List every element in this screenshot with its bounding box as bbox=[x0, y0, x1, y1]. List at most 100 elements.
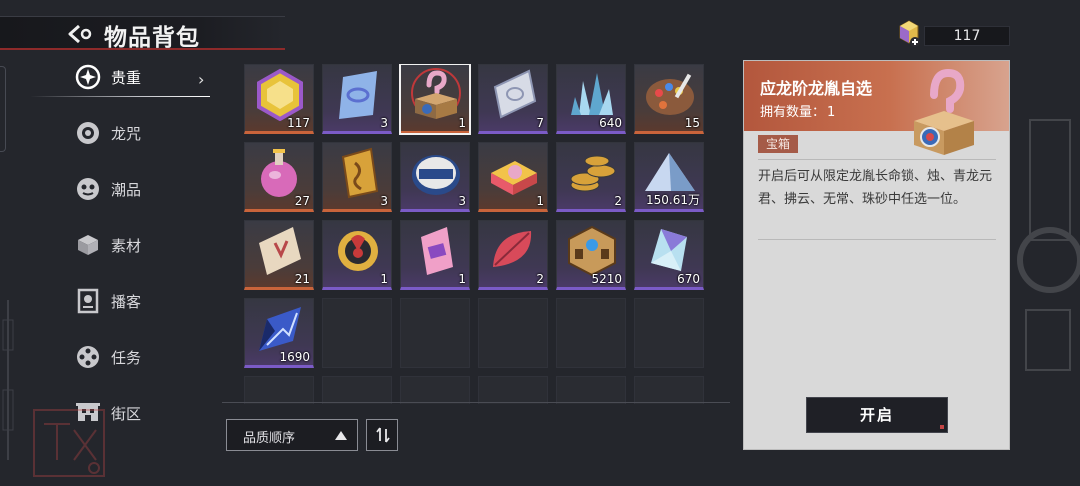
open-button[interactable]: 开启 bbox=[806, 397, 948, 433]
golden-talisman-icon bbox=[341, 147, 379, 199]
sidebar-item-label: 素材 bbox=[111, 237, 142, 255]
coin-stack-icon bbox=[570, 155, 616, 192]
inventory-slot-bronze-cube[interactable]: 5210 bbox=[556, 220, 626, 290]
sort-order-icon bbox=[376, 427, 390, 443]
inventory-slot-ice-crystal[interactable]: 640 bbox=[556, 64, 626, 134]
item-count: 670 bbox=[677, 272, 700, 286]
inventory-slot-pink-ticket[interactable]: 1 bbox=[400, 220, 470, 290]
inventory-grid: 117 3 1 7 640 15 27 3 3 1 2 150.61万 21 1 1 2 5210 670 1690 bbox=[244, 64, 714, 404]
item-count: 2 bbox=[614, 194, 622, 208]
dark-blue-shard-icon bbox=[259, 307, 301, 351]
currency-amount: 117 bbox=[924, 26, 1010, 46]
item-count: 2 bbox=[536, 272, 544, 286]
inventory-slot-silver-ticket[interactable]: 7 bbox=[478, 64, 548, 134]
sidebar-item-tasks[interactable]: 任务 bbox=[70, 339, 210, 375]
sidebar-item-dragon-curse[interactable]: 龙咒 bbox=[70, 115, 210, 151]
detail-description: 开启后可从限定龙胤长命锁、烛、青龙元君、拂云、无常、珠砂中任选一位。 bbox=[758, 169, 993, 207]
sort-order-button[interactable] bbox=[366, 419, 398, 451]
background-decoration bbox=[1017, 119, 1080, 371]
mystery-box-icon bbox=[914, 68, 974, 155]
sort-dropdown[interactable]: 品质顺序 bbox=[226, 419, 358, 451]
inventory-slot-prism-crystal[interactable]: 670 bbox=[634, 220, 704, 290]
sidebar-item-valuables[interactable]: 贵重 bbox=[70, 59, 210, 95]
bronze-cube-icon bbox=[568, 225, 616, 277]
inventory-slot-paint-palette[interactable]: 15 bbox=[634, 64, 704, 134]
item-count: 27 bbox=[294, 194, 310, 208]
item-detail-panel: 应龙阶龙胤自选 拥有数量： 1 宝箱 开启后可从限定龙胤长命锁、烛、青龙元君、拂云… bbox=[743, 60, 1010, 450]
item-count: 21 bbox=[294, 272, 310, 286]
triangle-up-icon bbox=[335, 431, 347, 440]
detail-divider bbox=[758, 239, 996, 240]
inventory-slot-gold-medal[interactable]: 1 bbox=[322, 220, 392, 290]
pink-ticket-icon bbox=[421, 227, 453, 275]
back-arrow-icon[interactable] bbox=[66, 23, 94, 45]
paint-palette-icon bbox=[646, 73, 694, 115]
dragon-tin-icon bbox=[412, 155, 460, 195]
podcast-device-icon bbox=[77, 288, 99, 314]
inventory-slot-empty bbox=[322, 298, 392, 368]
sidebar-item-label: 龙咒 bbox=[111, 125, 142, 143]
mask-face-icon bbox=[77, 178, 99, 200]
owned-label: 拥有数量： bbox=[760, 105, 826, 120]
sidebar-item-label: 潮品 bbox=[111, 181, 142, 199]
item-count: 1690 bbox=[279, 350, 310, 364]
inventory-slot-empty bbox=[478, 298, 548, 368]
inventory-slot-empty bbox=[400, 298, 470, 368]
gem-plus-icon[interactable] bbox=[896, 20, 922, 48]
inventory-slot-parchment-ticket[interactable]: 21 bbox=[244, 220, 314, 290]
item-count: 640 bbox=[599, 116, 622, 130]
inventory-slot-gold-gem[interactable]: 117 bbox=[244, 64, 314, 134]
parchment-ticket-icon bbox=[259, 227, 301, 275]
sidebar-item-materials[interactable]: 素材 bbox=[70, 227, 210, 263]
item-count: 5210 bbox=[591, 272, 622, 286]
item-count: 7 bbox=[536, 116, 544, 130]
vertical-deco-text bbox=[2, 300, 14, 460]
item-count: 150.61万 bbox=[646, 193, 700, 207]
sidebar-item-label: 贵重 bbox=[111, 69, 142, 87]
red-leaf-icon bbox=[493, 231, 532, 267]
inventory-slot-potion-flask[interactable]: 27 bbox=[244, 142, 314, 212]
gold-gem-icon bbox=[257, 68, 303, 121]
inventory-slot-mystery-box[interactable]: 1 bbox=[399, 64, 471, 135]
detail-category-tag: 宝箱 bbox=[758, 135, 799, 153]
item-count: 15 bbox=[684, 116, 700, 130]
inventory-slot-empty bbox=[556, 298, 626, 368]
box-stack-icon bbox=[78, 235, 98, 255]
inventory-slot-shard-pile[interactable]: 150.61万 bbox=[634, 142, 704, 212]
inventory-slot-empty bbox=[244, 376, 314, 404]
owned-value: 1 bbox=[827, 105, 836, 120]
inventory-slot-empty bbox=[478, 376, 548, 404]
seal-stamp-decoration bbox=[33, 409, 105, 477]
sidebar-item-label: 街区 bbox=[111, 405, 142, 423]
item-count: 3 bbox=[458, 194, 466, 208]
ice-crystal-icon bbox=[571, 73, 613, 115]
film-reel-icon bbox=[77, 346, 99, 368]
silver-ticket-icon bbox=[493, 69, 537, 119]
inventory-slot-empty bbox=[634, 298, 704, 368]
inventory-slot-dark-blue-shard[interactable]: 1690 bbox=[244, 298, 314, 368]
sidebar-edge bbox=[0, 66, 6, 152]
inventory-slot-dragon-tin[interactable]: 3 bbox=[400, 142, 470, 212]
sidebar-item-label: 播客 bbox=[111, 293, 142, 311]
item-count: 3 bbox=[380, 116, 388, 130]
candy-box-icon bbox=[491, 161, 537, 195]
sparkle-badge-icon bbox=[75, 64, 101, 90]
active-underline bbox=[30, 96, 210, 97]
detail-owned-count: 拥有数量： 1 bbox=[760, 101, 837, 120]
blue-crystal-chip-icon bbox=[339, 71, 377, 119]
swirl-disc-icon bbox=[77, 122, 99, 144]
sidebar-item-podcast[interactable]: 播客 bbox=[70, 283, 210, 319]
inventory-slot-coin-stack[interactable]: 2 bbox=[556, 142, 626, 212]
inventory-slot-empty bbox=[400, 376, 470, 404]
page-title: 物品背包 bbox=[104, 25, 200, 51]
inventory-slot-candy-box[interactable]: 1 bbox=[478, 142, 548, 212]
inventory-slot-blue-crystal-chip[interactable]: 3 bbox=[322, 64, 392, 134]
inventory-slot-red-leaf[interactable]: 2 bbox=[478, 220, 548, 290]
sidebar-item-trendy[interactable]: 潮品 bbox=[70, 171, 210, 207]
potion-flask-icon bbox=[261, 149, 297, 197]
item-count: 1 bbox=[536, 194, 544, 208]
grid-divider bbox=[222, 402, 730, 403]
gold-medal-icon bbox=[338, 231, 378, 271]
inventory-slot-golden-talisman[interactable]: 3 bbox=[322, 142, 392, 212]
inventory-slot-empty bbox=[556, 376, 626, 404]
